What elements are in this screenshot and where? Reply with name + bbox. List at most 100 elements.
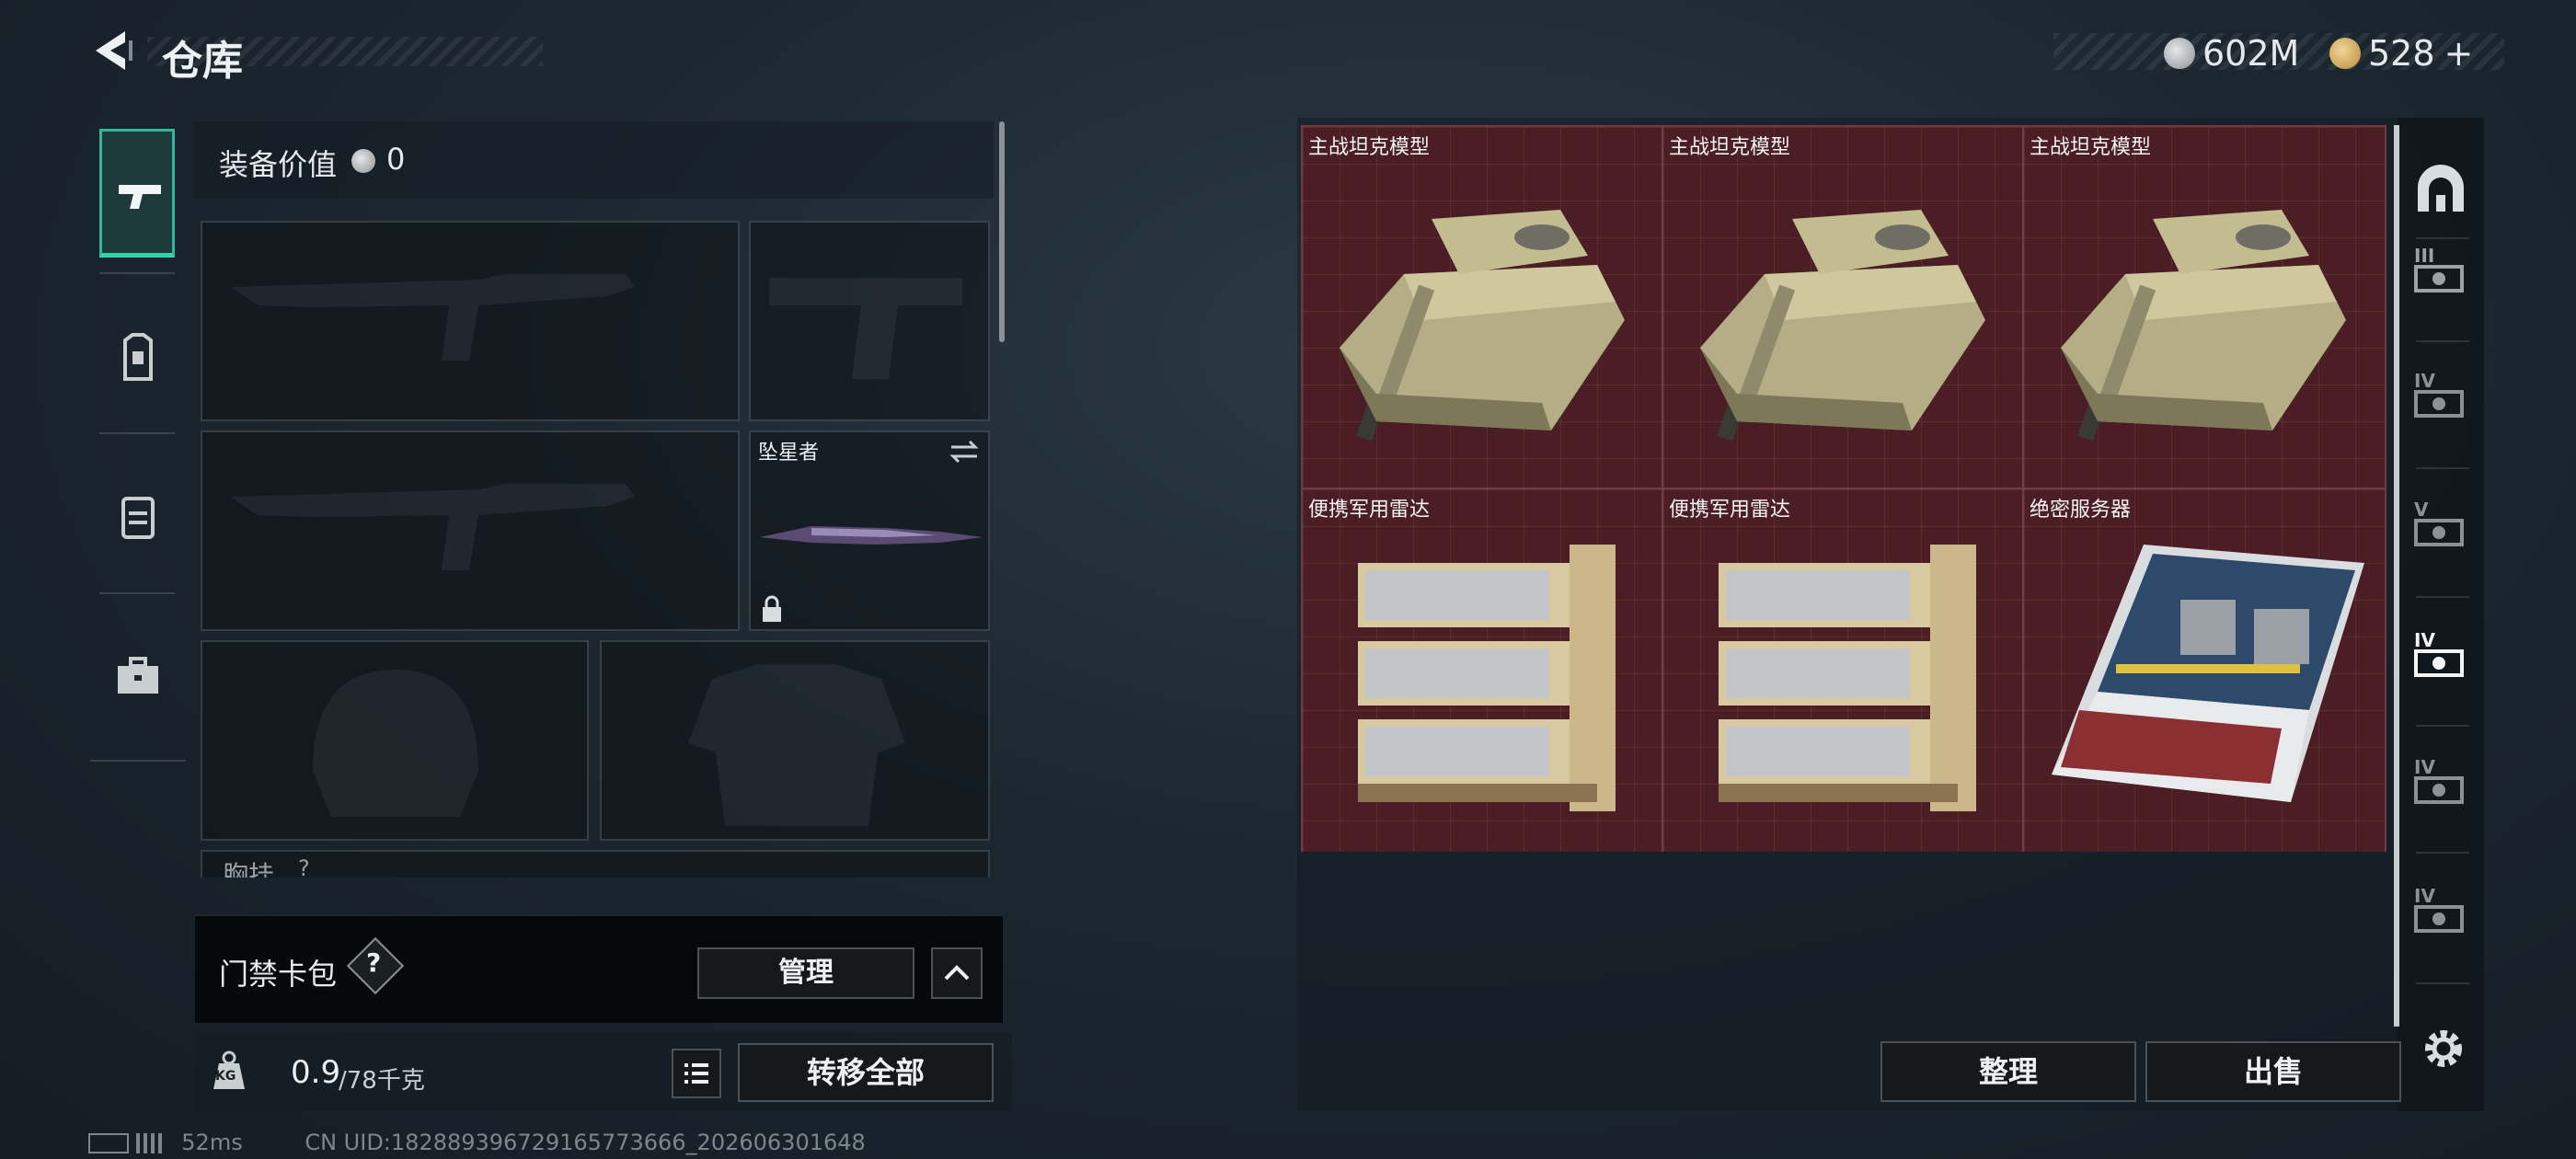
filter-divider	[2416, 596, 2469, 598]
silver-amount: 602M	[2202, 33, 2300, 74]
item-label: 绝密服务器	[2030, 499, 2132, 522]
item-portable-radar[interactable]: 便携军用雷达	[1663, 489, 2024, 852]
tier-label: III	[2414, 245, 2435, 267]
sort-button[interactable]: 整理	[1880, 1041, 2136, 1102]
item-top-secret-server[interactable]: 绝密服务器	[2024, 489, 2385, 852]
silver-coin-icon	[351, 149, 375, 173]
currency-gold[interactable]: 528 +	[2329, 33, 2473, 74]
page-title: 仓库	[162, 38, 243, 85]
uid-text: CN UID:182889396729165773666_20260630164…	[305, 1130, 866, 1155]
filter-divider	[2416, 725, 2469, 727]
gold-amount: 528	[2368, 33, 2435, 74]
item-label: 主战坦克模型	[2030, 136, 2152, 159]
list-view-button[interactable]	[672, 1049, 721, 1098]
chest-rig-help-icon[interactable]: ?	[298, 855, 310, 878]
rifle-silhouette-icon	[230, 274, 635, 361]
tier-label: IV	[2414, 756, 2435, 778]
gold-triangle-coin-icon	[2329, 38, 2361, 69]
chest-rig-label: 胸挂	[223, 860, 275, 878]
pistol-icon	[119, 185, 161, 209]
tank-model-icon	[1700, 210, 1985, 442]
collapse-button[interactable]	[931, 947, 983, 999]
chevron-up-icon	[944, 965, 970, 981]
warehouse-scrollbar[interactable]	[2394, 125, 2399, 1027]
equipment-panel: 装备价值 0 坠星者 胸挂 ?	[193, 121, 1003, 1032]
backpack-icon[interactable]	[112, 489, 164, 545]
armor-slot[interactable]	[600, 640, 990, 841]
filter-tier-IV[interactable]: IV	[2409, 754, 2473, 819]
case-icon[interactable]	[112, 649, 164, 705]
secondary-weapon-slot[interactable]	[201, 430, 740, 631]
weight-row: KG 0.9 /78千克 转移全部	[195, 1032, 1012, 1111]
item-label: 主战坦克模型	[1308, 136, 1431, 159]
chest-rig-slot[interactable]: 胸挂 ?	[201, 850, 990, 878]
tank-model-icon	[2061, 210, 2346, 442]
sell-button[interactable]: 出售	[2145, 1041, 2401, 1102]
item-label: 主战坦克模型	[1669, 136, 1791, 159]
helmet-slot[interactable]	[201, 640, 589, 841]
filter-divider	[2416, 982, 2469, 984]
list-icon	[684, 1063, 708, 1084]
warehouse-grid: 主战坦克模型 主战坦克模型 主战坦克模型 便携军用雷达 便携军用雷达 绝密服务器	[1301, 125, 2386, 852]
filter-divider	[2416, 467, 2469, 469]
item-tank-model[interactable]: 主战坦克模型	[1663, 127, 2024, 489]
silver-coin-icon	[2164, 38, 2195, 69]
item-portable-radar[interactable]: 便携军用雷达	[1303, 489, 1663, 852]
access-card-label: 门禁卡包	[219, 957, 338, 992]
filter-tier-III[interactable]: III	[2409, 243, 2473, 307]
currency-silver: 602M	[2164, 33, 2299, 74]
filter-tier-IV-active[interactable]: IV	[2409, 627, 2473, 692]
filter-divider	[2416, 852, 2469, 854]
item-label: 便携军用雷达	[1669, 499, 1791, 522]
armor-silhouette-icon	[688, 664, 905, 826]
item-tank-model[interactable]: 主战坦克模型	[1303, 127, 1663, 489]
manage-button[interactable]: 管理	[697, 947, 914, 999]
melee-slot[interactable]: 坠星者	[749, 430, 990, 631]
filter-divider	[2416, 237, 2469, 239]
server-icon	[2052, 545, 2364, 802]
equipment-value: 0	[386, 142, 406, 177]
battery-icon	[88, 1133, 129, 1153]
weight-current: 0.9	[291, 1054, 341, 1091]
helmet-silhouette-icon	[313, 670, 478, 817]
radar-icon	[1719, 545, 1976, 811]
back-arrow-icon[interactable]	[88, 28, 134, 74]
sidearm-slot[interactable]	[749, 221, 990, 421]
filter-tier-IV[interactable]: IV	[2409, 883, 2473, 947]
tab-weapons[interactable]	[99, 129, 175, 258]
swap-icon[interactable]	[948, 438, 981, 465]
equipment-scrollbar[interactable]	[999, 121, 1005, 342]
item-tank-model[interactable]: 主战坦克模型	[2024, 127, 2385, 489]
arch-filter-icon[interactable]	[2409, 160, 2473, 224]
equipment-value-header: 装备价值 0	[193, 121, 994, 199]
tab-bottom-divider	[90, 760, 186, 762]
access-card-row: 门禁卡包 ? 管理	[195, 914, 1003, 1023]
weight-icon-text: KG	[215, 1069, 236, 1084]
rifle-silhouette-icon	[230, 484, 635, 570]
filter-tier-V[interactable]: V	[2409, 497, 2473, 561]
gear-icon[interactable]	[2420, 1025, 2467, 1073]
item-label: 便携军用雷达	[1308, 499, 1431, 522]
tier-label: V	[2414, 499, 2429, 521]
tank-model-icon	[1340, 210, 1625, 442]
transfer-all-button[interactable]: 转移全部	[738, 1043, 994, 1102]
primary-weapon-slot[interactable]	[201, 221, 740, 421]
tier-label: IV	[2414, 370, 2435, 392]
filter-tier-IV[interactable]: IV	[2409, 368, 2473, 432]
armor-icon[interactable]	[112, 331, 164, 386]
tab-divider	[99, 592, 175, 594]
lock-icon	[763, 595, 781, 622]
pistol-silhouette-icon	[769, 278, 962, 379]
currency-bar: 602M 528 +	[2053, 33, 2504, 74]
add-currency-button[interactable]: +	[2444, 33, 2474, 74]
ping-text: 52ms	[181, 1130, 243, 1155]
weight-capacity: /78千克	[339, 1067, 425, 1095]
signal-icon	[135, 1133, 164, 1153]
knife-icon	[760, 526, 983, 545]
filter-divider	[2416, 340, 2469, 342]
melee-name: 坠星者	[758, 442, 820, 465]
tab-divider	[99, 272, 175, 274]
equipment-value-label: 装备价值	[219, 147, 338, 182]
help-icon: ?	[366, 947, 382, 978]
tier-label: IV	[2414, 629, 2435, 651]
